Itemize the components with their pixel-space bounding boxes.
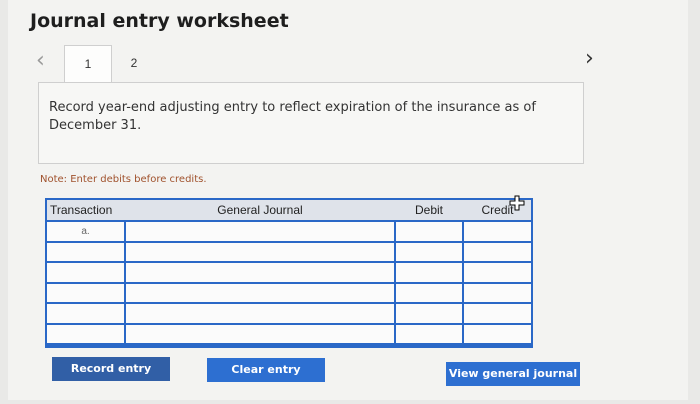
credit-input[interactable] (464, 304, 531, 323)
instruction-text: Record year-end adjusting entry to refle… (49, 100, 536, 133)
account-input[interactable] (126, 304, 394, 323)
transaction-cell (47, 263, 124, 282)
note-text: Note: Enter debits before credits. (40, 174, 207, 185)
tab-2[interactable]: 2 (111, 45, 157, 81)
header-transaction: Transaction (50, 203, 113, 217)
account-input[interactable] (126, 242, 394, 261)
account-input[interactable] (126, 222, 394, 241)
transaction-cell (47, 304, 124, 323)
credit-input[interactable] (464, 222, 531, 241)
instruction-box: Record year-end adjusting entry to refle… (38, 82, 584, 164)
view-general-journal-button[interactable]: View general journal (446, 362, 580, 386)
transaction-cell (47, 242, 124, 261)
transaction-cell (47, 283, 124, 302)
clear-entry-button[interactable]: Clear entry (207, 358, 325, 382)
debit-input[interactable] (396, 324, 462, 343)
page-title: Journal entry worksheet (30, 10, 289, 32)
plus-cursor-icon (509, 195, 525, 211)
debit-input[interactable] (396, 263, 462, 282)
header-general-journal: General Journal (217, 203, 303, 217)
tab-1[interactable]: 1 (64, 45, 112, 84)
credit-input[interactable] (464, 242, 531, 261)
credit-input[interactable] (464, 263, 531, 282)
chevron-left-icon[interactable]: ‹ (36, 50, 45, 72)
transaction-cell: a. (47, 222, 124, 241)
debit-input[interactable] (396, 304, 462, 323)
account-input[interactable] (126, 263, 394, 282)
credit-input[interactable] (464, 283, 531, 302)
account-input[interactable] (126, 283, 394, 302)
transaction-cell (47, 324, 124, 343)
chevron-right-icon[interactable]: › (585, 48, 594, 70)
record-entry-button[interactable]: Record entry (52, 357, 170, 381)
debit-input[interactable] (396, 242, 462, 261)
credit-input[interactable] (464, 324, 531, 343)
header-debit: Debit (414, 203, 443, 217)
debit-input[interactable] (396, 283, 462, 302)
account-input[interactable] (126, 324, 394, 343)
debit-input[interactable] (396, 222, 462, 241)
